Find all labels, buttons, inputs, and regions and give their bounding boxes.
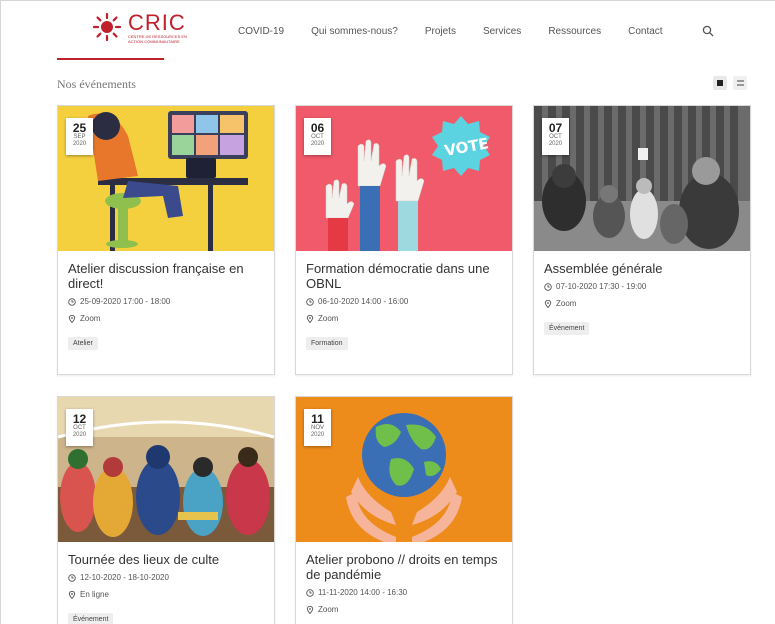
event-datetime-text: 06-10-2020 14:00 - 16:00: [318, 297, 409, 306]
date-badge: 12 OCT 2020: [66, 409, 93, 446]
nav-item-about[interactable]: Qui sommes-nous?: [311, 26, 398, 37]
event-datetime-text: 11-11-2020 14:00 - 16:30: [318, 588, 408, 597]
event-location-text: Zoom: [318, 314, 339, 323]
date-day: 11: [311, 412, 324, 426]
search-icon[interactable]: [702, 25, 714, 37]
event-location: En ligne: [68, 590, 268, 599]
location-pin-icon: [306, 605, 314, 614]
date-badge: 06 OCT 2020: [304, 118, 331, 155]
date-year: 2020: [72, 432, 87, 438]
main-nav: COVID-19 Qui sommes-nous? Projets Servic…: [238, 26, 663, 37]
date-month: NOV: [310, 425, 324, 431]
date-day: 25: [72, 121, 87, 135]
event-datetime-text: 25-09-2020 17:00 - 18:00: [80, 297, 171, 306]
nav-item-contact[interactable]: Contact: [628, 26, 662, 37]
event-category-tag[interactable]: Atelier: [68, 337, 98, 350]
clock-icon: [544, 282, 552, 291]
sun-logo-icon: [92, 12, 122, 42]
event-category-tag[interactable]: Événement: [544, 322, 590, 335]
date-year: 2020: [310, 141, 325, 147]
nav-item-covid[interactable]: COVID-19: [238, 26, 284, 37]
date-badge: 11 NOV 2020: [304, 409, 331, 446]
event-datetime: 06-10-2020 14:00 - 16:00: [306, 297, 506, 306]
event-category-tag[interactable]: Événement: [68, 613, 114, 624]
clock-icon: [68, 573, 76, 582]
event-card[interactable]: 11 NOV 2020 Atelier probono // droits en…: [295, 396, 513, 624]
date-badge: 07 OCT 2020: [542, 118, 569, 155]
nav-accent-line: [57, 58, 164, 60]
event-card[interactable]: 25 SEP 2020 Atelier discussion française…: [57, 105, 275, 375]
clock-icon: [306, 588, 314, 597]
top-navbar: CRIC CENTRE DE RESSOURCES EN ACTION COMM…: [0, 0, 775, 60]
event-location: Zoom: [306, 605, 506, 614]
event-location-text: Zoom: [318, 605, 339, 614]
date-month: OCT: [311, 134, 324, 140]
nav-item-services[interactable]: Services: [483, 26, 521, 37]
event-title[interactable]: Atelier probono // droits en temps de pa…: [306, 552, 506, 582]
event-title[interactable]: Assemblée générale: [544, 261, 744, 276]
logo-tagline: CENTRE DE RESSOURCES EN ACTION COMMUNAUT…: [128, 34, 187, 44]
nav-item-resources[interactable]: Ressources: [548, 26, 601, 37]
list-view-button[interactable]: [733, 76, 747, 90]
location-pin-icon: [544, 299, 552, 308]
date-year: 2020: [310, 432, 325, 438]
event-datetime: 11-11-2020 14:00 - 16:30: [306, 588, 506, 597]
clock-icon: [68, 297, 76, 306]
event-datetime-text: 12-10-2020 - 18-10-2020: [80, 573, 169, 582]
event-location: Zoom: [544, 299, 744, 308]
event-card[interactable]: VOTE 06 OCT 2020 Formation démocratie da…: [295, 105, 513, 375]
event-datetime-text: 07-10-2020 17:30 - 19:00: [556, 282, 647, 291]
event-datetime: 12-10-2020 - 18-10-2020: [68, 573, 268, 582]
location-pin-icon: [68, 314, 76, 323]
event-card[interactable]: 12 OCT 2020 Tournée des lieux de culte 1…: [57, 396, 275, 624]
event-location-text: En ligne: [80, 590, 109, 599]
date-year: 2020: [72, 141, 87, 147]
site-logo[interactable]: CRIC CENTRE DE RESSOURCES EN ACTION COMM…: [92, 12, 188, 44]
grid-view-icon: [717, 80, 723, 86]
event-location-text: Zoom: [556, 299, 577, 308]
date-badge: 25 SEP 2020: [66, 118, 93, 155]
location-pin-icon: [68, 590, 76, 599]
event-title[interactable]: Atelier discussion française en direct!: [68, 261, 268, 291]
event-title[interactable]: Tournée des lieux de culte: [68, 552, 268, 567]
section-title: Nos événements: [57, 77, 136, 91]
nav-item-projects[interactable]: Projets: [425, 26, 456, 37]
event-datetime: 07-10-2020 17:30 - 19:00: [544, 282, 744, 291]
event-title[interactable]: Formation démocratie dans une OBNL: [306, 261, 506, 291]
date-month: OCT: [73, 425, 86, 431]
event-card[interactable]: 07 OCT 2020 Assemblée générale 07-10-202…: [533, 105, 751, 375]
event-category-tag[interactable]: Formation: [306, 337, 348, 350]
date-day: 12: [72, 412, 87, 426]
event-location: Zoom: [68, 314, 268, 323]
event-datetime: 25-09-2020 17:00 - 18:00: [68, 297, 268, 306]
event-location: Zoom: [306, 314, 506, 323]
date-month: OCT: [549, 134, 562, 140]
date-year: 2020: [548, 141, 563, 147]
event-location-text: Zoom: [80, 314, 101, 323]
logo-wordmark: CRIC: [128, 10, 186, 35]
list-view-icon: [736, 80, 744, 86]
date-day: 06: [310, 121, 325, 135]
location-pin-icon: [306, 314, 314, 323]
date-day: 07: [548, 121, 563, 135]
clock-icon: [306, 297, 314, 306]
date-month: SEP: [73, 134, 86, 140]
grid-view-button[interactable]: [713, 76, 727, 90]
